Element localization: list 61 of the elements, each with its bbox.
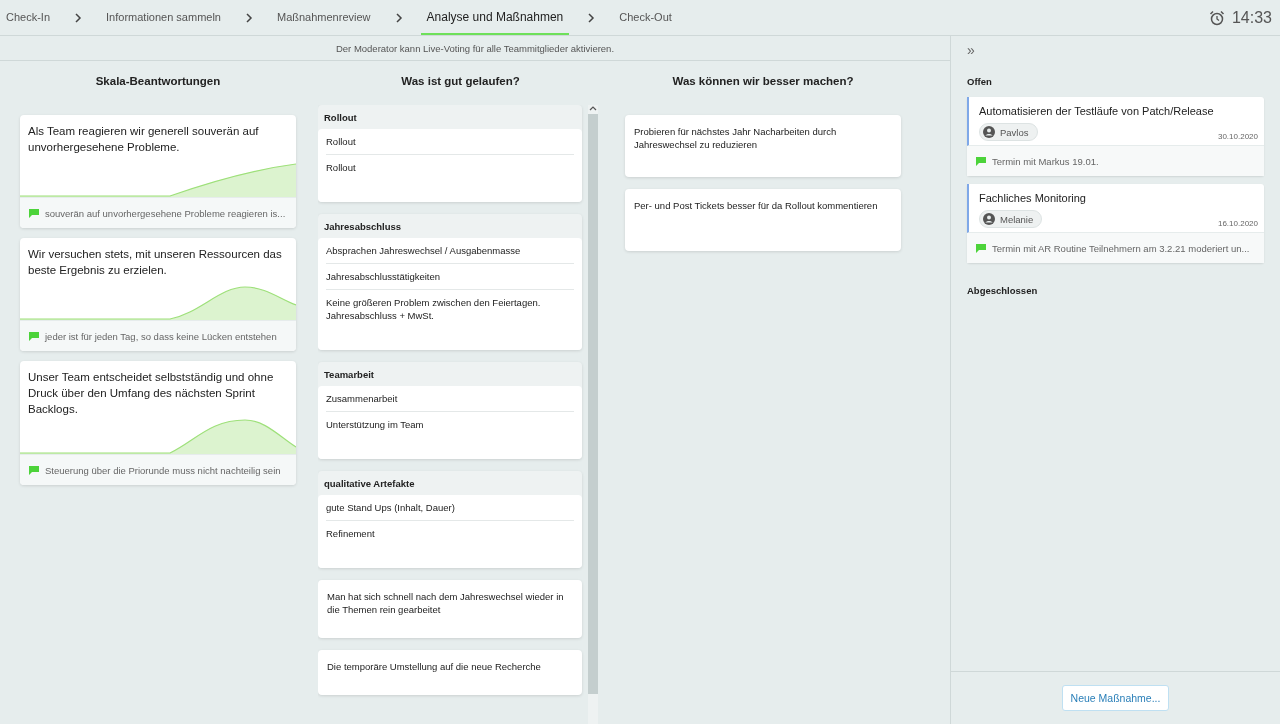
- assignee-chip: Melanie: [979, 210, 1043, 228]
- measure-card[interactable]: Automatisieren der Testläufe von Patch/Release Pavlos 30.10.2020 Termin mit Markus 19.01.: [967, 97, 1264, 176]
- measure-title: Automatisieren der Testläufe von Patch/Release: [979, 105, 1215, 117]
- comment-text: jeder ist für jeden Tag, so dass keine Lücken entstehen: [45, 330, 277, 342]
- group-title: qualitative Artefakte: [323, 477, 416, 491]
- step-tab[interactable]: Informationen sammeln: [100, 0, 227, 35]
- section-title: Offen: [967, 76, 993, 87]
- step-tab[interactable]: Maßnahmenreview: [271, 0, 377, 35]
- entry-text: Probieren für nächstes Jahr Nacharbeiten durch Jahreswechsel zu reduzieren: [634, 126, 837, 150]
- entry-text: Per- und Post Tickets besser für da Rollout kommentieren: [634, 200, 878, 211]
- entry-text: Die temporäre Umstellung auf die neue Recherche: [327, 661, 541, 672]
- entry-text: Jahresabschlusstätigkeiten: [326, 264, 574, 290]
- statement-text: Unser Team entscheidet selbstständig und ohne Druck über den Umfang des nächsten Sprint Backlogs.: [28, 370, 275, 417]
- scroll-up-icon[interactable]: [589, 105, 597, 111]
- timer-text: 14:33: [1231, 8, 1272, 27]
- group-title: Jahresabschluss: [323, 220, 403, 234]
- comment-icon: [29, 331, 39, 341]
- column-title: Was können wir besser machen?: [671, 74, 855, 89]
- step-tab[interactable]: Check-In: [6, 0, 57, 35]
- comment-icon: [976, 156, 986, 166]
- entry-text: Rollout: [326, 161, 357, 175]
- comment-text: souverän auf unvorhergesehene Probleme reagieren is...: [45, 207, 286, 219]
- new-measure-button[interactable]: Neue Maßnahme...: [1061, 685, 1170, 711]
- statement-text: Als Team reagieren wir generell souverän auf unvorhergesehene Probleme.: [28, 124, 260, 155]
- comment-text: Termin mit Markus 19.01.: [992, 155, 1099, 167]
- entry-text: Unterstützung im Team: [326, 418, 425, 432]
- comment-text: Termin mit AR Routine Teilnehmern am 3.2.21 moderiert un...: [992, 242, 1250, 254]
- entry-text: Rollout: [326, 129, 574, 155]
- entry-text: gute Stand Ups (Inhalt, Dauer): [326, 495, 574, 521]
- assignee-chip: Pavlos: [979, 123, 1038, 141]
- group-title: Teamarbeit: [323, 368, 375, 382]
- comment-icon: [29, 208, 39, 218]
- section-title: Abgeschlossen: [967, 285, 1039, 296]
- info-text: Der Moderator kann Live-Voting für alle Teammitglieder aktivieren.: [335, 42, 615, 54]
- entry-text: Zusammenarbeit: [326, 386, 574, 412]
- user-avatar-icon: [983, 213, 995, 225]
- chevron-icon: [74, 12, 83, 23]
- entry-text: Refinement: [326, 527, 376, 541]
- chevron-icon: [394, 12, 403, 23]
- alarm-clock-icon: [1208, 9, 1225, 26]
- comment-text: Steuerung über die Priorunde muss nicht nachteilig sein: [45, 464, 281, 476]
- date-text: 30.10.2020: [1217, 132, 1258, 141]
- comment-icon: [29, 465, 39, 475]
- date-text: 16.10.2020: [1217, 219, 1258, 228]
- step-tab[interactable]: Analyse und Maßnahmen: [420, 0, 570, 35]
- column-title: Skala-Beantwortungen: [94, 74, 222, 89]
- chevron-icon: [587, 12, 596, 23]
- comment-icon: [976, 243, 986, 253]
- user-avatar-icon: [983, 126, 995, 138]
- step-tab[interactable]: Check-Out: [613, 0, 678, 35]
- statement-text: Wir versuchen stets, mit unseren Ressourcen das beste Ergebnis zu erzielen.: [28, 247, 283, 278]
- group-title: Rollout: [323, 111, 358, 125]
- measure-card[interactable]: Fachliches Monitoring Melanie 16.10.2020 Termin mit AR Routine Teilnehmern am 3.2.21 moderiert un...: [967, 184, 1264, 263]
- entry-text: Man hat sich schnell nach dem Jahreswechsel wieder in die Themen rein gearbeitet: [327, 591, 564, 615]
- collapse-button[interactable]: »: [967, 36, 975, 58]
- entry-text: Keine größeren Problem zwischen den Feiertagen. Jahresabschluss + MwSt.: [326, 296, 542, 323]
- column-title: Was ist gut gelaufen?: [400, 74, 521, 89]
- chevron-icon: [245, 12, 253, 23]
- measure-title: Fachliches Monitoring: [979, 192, 1087, 204]
- entry-text: Absprachen Jahreswechsel / Ausgabenmasse: [326, 238, 574, 264]
- scrollbar-thumb[interactable]: [588, 114, 598, 694]
